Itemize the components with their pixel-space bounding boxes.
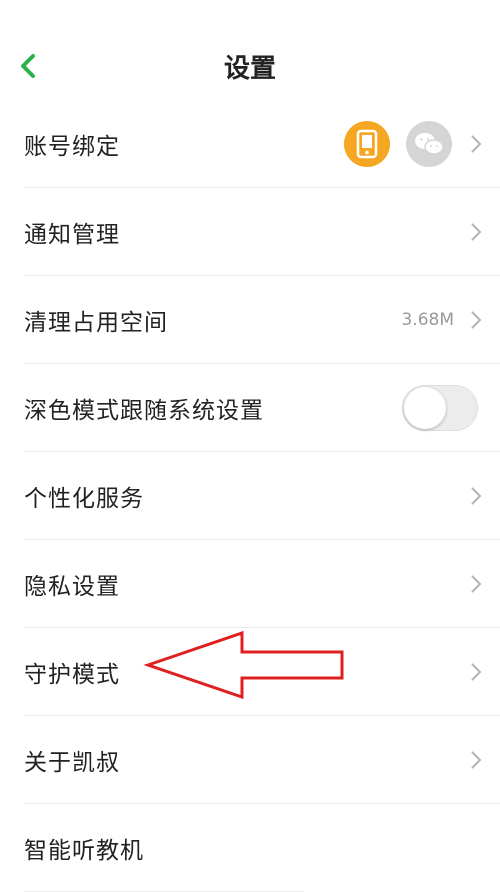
chevron-right-icon <box>471 751 482 769</box>
row-label: 个性化服务 <box>24 486 144 512</box>
row-privacy[interactable]: 隐私设置 <box>0 540 500 628</box>
storage-size: 3.68M <box>401 310 454 330</box>
dark-mode-toggle[interactable] <box>402 385 478 431</box>
row-dark-mode: 深色模式跟随系统设置 <box>0 364 500 452</box>
row-label: 智能听教机 <box>24 838 144 864</box>
chevron-right-icon <box>471 223 482 241</box>
row-personalized[interactable]: 个性化服务 <box>0 452 500 540</box>
chevron-right-icon <box>471 487 482 505</box>
chevron-right-icon <box>471 663 482 681</box>
row-smart-player[interactable]: 智能听教机 <box>0 804 500 892</box>
phone-icon[interactable] <box>344 121 390 167</box>
row-about[interactable]: 关于凯叔 <box>0 716 500 804</box>
row-label: 账号绑定 <box>24 134 120 160</box>
page-title: 设置 <box>223 54 276 84</box>
row-label: 深色模式跟随系统设置 <box>24 398 264 424</box>
row-label: 清理占用空间 <box>24 310 168 336</box>
row-label: 关于凯叔 <box>24 750 120 776</box>
settings-list: 账号绑定 通知管理 清理占用空间 3.68M 深色模式跟随系统设置 个性化服务 … <box>0 100 500 892</box>
row-storage[interactable]: 清理占用空间 3.68M <box>0 276 500 364</box>
row-label: 守护模式 <box>24 662 120 688</box>
row-notification[interactable]: 通知管理 <box>0 188 500 276</box>
chevron-right-icon <box>471 311 482 329</box>
row-account-binding[interactable]: 账号绑定 <box>0 100 500 188</box>
row-label: 通知管理 <box>24 222 120 248</box>
row-label: 隐私设置 <box>24 574 120 600</box>
toggle-knob <box>404 387 446 429</box>
chevron-right-icon <box>471 575 482 593</box>
header: 设置 <box>0 0 500 100</box>
wechat-icon[interactable] <box>406 121 452 167</box>
chevron-right-icon <box>471 135 482 153</box>
annotation-arrow-icon <box>143 630 344 700</box>
